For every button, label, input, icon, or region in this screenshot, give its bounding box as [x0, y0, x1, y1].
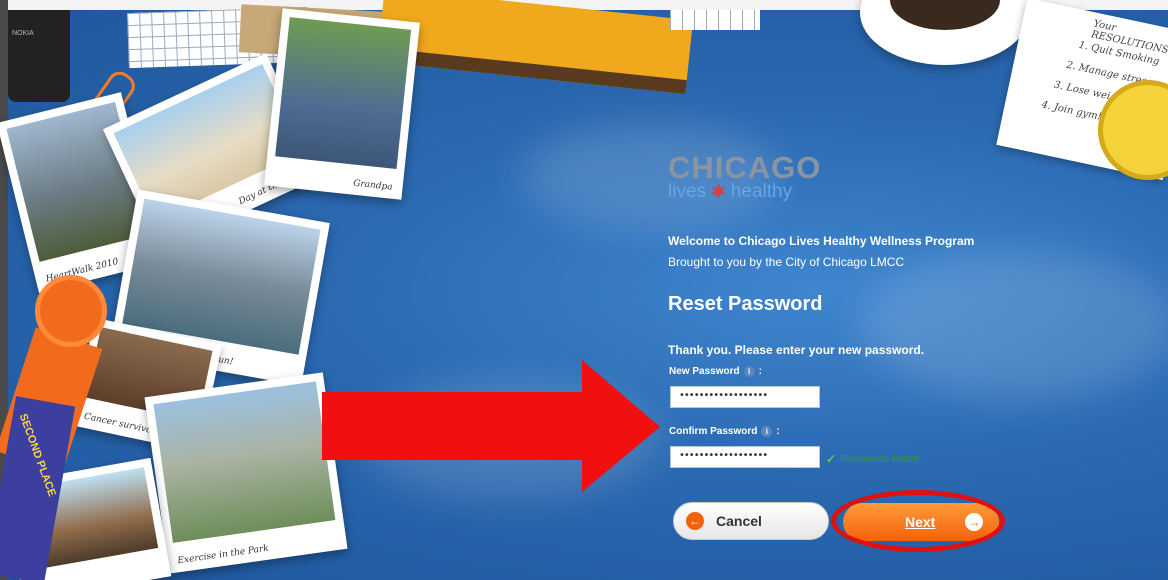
arrow-shape	[322, 360, 660, 492]
new-password-label: New Password i :	[669, 366, 762, 377]
photo-caption: Exercise in the Park	[176, 543, 270, 567]
photo-grandpa: Grandpa	[264, 8, 420, 200]
check-icon: ✓	[826, 452, 837, 466]
chicago-lives-healthy-logo: CHICAGO lives ✱ healthy	[668, 152, 821, 202]
password-match-text: Passwords Match	[840, 453, 919, 465]
instructions-text: Thank you. Please enter your new passwor…	[668, 343, 925, 357]
notebook-image	[376, 0, 694, 94]
phone-brand-text: NOKIA	[12, 30, 34, 37]
photo-image	[275, 17, 412, 170]
logo-tagline: lives ✱ healthy	[668, 182, 821, 202]
info-icon[interactable]: i	[743, 366, 755, 377]
photo-image	[153, 381, 336, 543]
cancel-button[interactable]: ← Cancel	[673, 502, 829, 540]
page-title: Reset Password	[668, 293, 823, 315]
highlight-ring-annotation	[831, 490, 1005, 552]
welcome-text: Welcome to Chicago Lives Healthy Wellnes…	[668, 234, 975, 248]
logo-word: CHICAGO	[668, 150, 822, 185]
info-icon[interactable]: i	[761, 426, 773, 437]
new-password-label-text: New Password	[669, 366, 740, 377]
photo-park: Exercise in the Park	[144, 372, 348, 574]
cancel-button-label: Cancel	[716, 513, 762, 529]
label-colon: :	[758, 366, 762, 377]
password-match-status: ✓ Passwords Match	[826, 452, 919, 466]
red-arrow-annotation	[322, 360, 660, 492]
star-icon: ✱	[711, 182, 726, 201]
confirm-password-label: Confirm Password i :	[669, 426, 780, 437]
label-colon: :	[776, 426, 780, 437]
logo-tagline-left: lives	[668, 181, 707, 202]
cloud	[860, 250, 1168, 400]
award-rosette-icon	[35, 275, 107, 347]
arrow-left-icon: ←	[686, 512, 704, 530]
confirm-password-label-text: Confirm Password	[669, 426, 758, 437]
graph-paper-image	[670, 10, 760, 30]
phone-image	[8, 10, 70, 102]
byline-text: Brought to you by the City of Chicago LM…	[668, 255, 905, 269]
logo-tagline-right: healthy	[730, 181, 793, 202]
confirm-password-field[interactable]: ••••••••••••••••••	[670, 446, 820, 468]
new-password-field[interactable]: ••••••••••••••••••	[670, 386, 820, 408]
note-line: 4. Join gym!	[1040, 99, 1103, 123]
reset-password-page: NOKIA Your RESOLUTIONS 1. Quit Smoking 2…	[0, 0, 1168, 580]
